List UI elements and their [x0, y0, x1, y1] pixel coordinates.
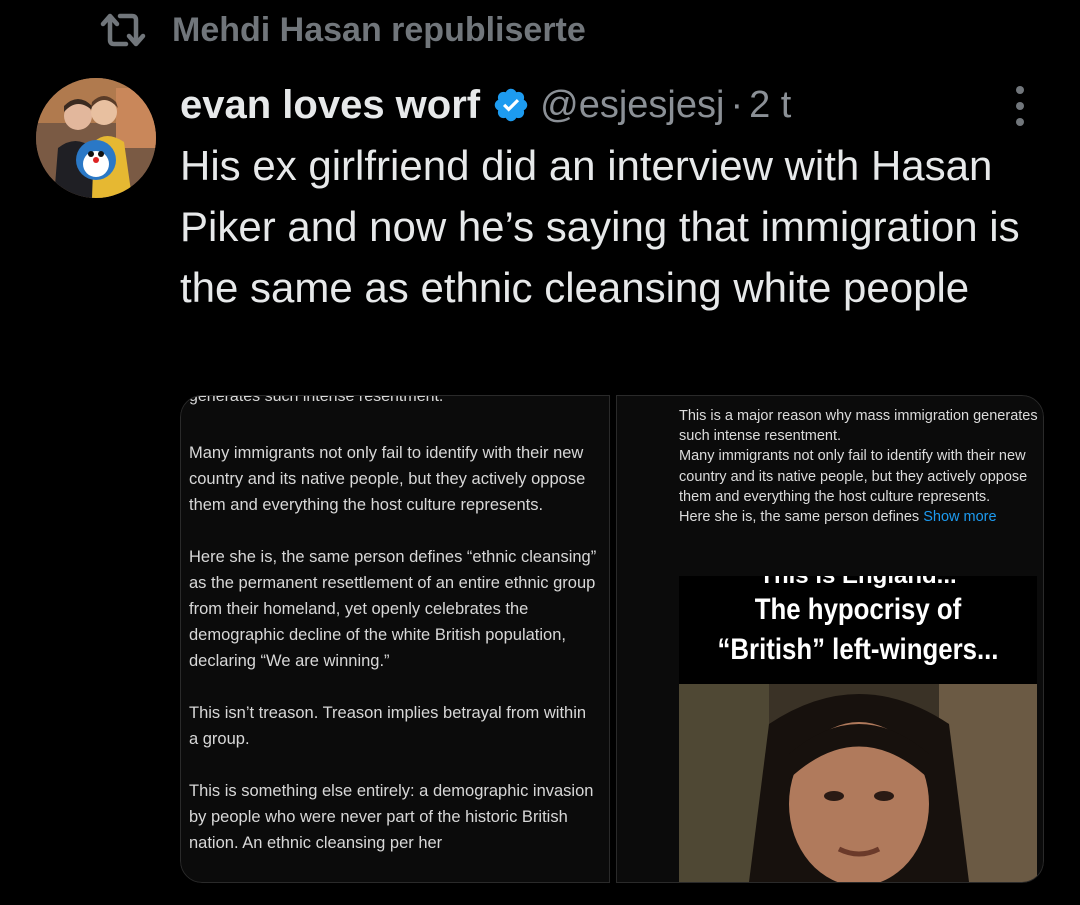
- video-thumbnail[interactable]: This is England... The hypocrisy of “Bri…: [679, 576, 1037, 882]
- more-dot: [1016, 102, 1024, 110]
- caption-line: Many immigrants not only fail to identif…: [679, 448, 1028, 505]
- more-dot: [1016, 118, 1024, 126]
- avatar-photo: [36, 78, 156, 198]
- tweet-page: Mehdi Hasan republiserte evan loves worf…: [0, 0, 1080, 905]
- tweet-media[interactable]: generates such intense resentment. Many …: [180, 395, 1044, 883]
- caption-line: Here she is, the same person defines Sho…: [679, 507, 1039, 527]
- separator-dot: ·: [730, 83, 744, 126]
- caption-text: Here she is, the same person defines: [679, 509, 920, 526]
- author-name[interactable]: evan loves worf: [180, 83, 480, 128]
- tweet-time[interactable]: 2 t: [749, 84, 791, 127]
- media-image-left[interactable]: generates such intense resentment. Many …: [180, 395, 610, 883]
- repost-label: Mehdi Hasan republiserte: [172, 10, 586, 49]
- video-frame: [679, 684, 1037, 882]
- more-dot: [1016, 86, 1024, 94]
- paragraph: Here she is, the same person defines “et…: [189, 548, 597, 670]
- person-photo: [679, 684, 1037, 882]
- tweet-header: evan loves worf @esjesjesj · 2 t: [180, 80, 791, 130]
- post-caption: This is a major reason why mass immigrat…: [679, 406, 1039, 527]
- paragraph: This is something else entirely: a demog…: [189, 782, 594, 852]
- video-title: The hypocrisy of “British” left-wingers.…: [717, 593, 999, 666]
- author-handle[interactable]: @esjesjesj: [540, 84, 724, 127]
- video-cut-line: This is England...: [679, 576, 1037, 590]
- paragraph: This isn’t treason. Treason implies betr…: [189, 704, 587, 748]
- image-text: Many immigrants not only fail to identif…: [189, 440, 599, 882]
- cut-line: generates such intense resentment.: [189, 395, 444, 405]
- more-options-icon[interactable]: [1008, 86, 1032, 126]
- media-image-right[interactable]: This is a major reason why mass immigrat…: [616, 395, 1044, 883]
- repost-icon: [100, 13, 146, 47]
- caption-line: This is a major reason why mass immigrat…: [679, 408, 1038, 445]
- tweet-text: His ex girlfriend did an interview with …: [180, 142, 1020, 311]
- show-more-link[interactable]: Show more: [923, 509, 996, 525]
- paragraph: Many immigrants not only fail to identif…: [189, 444, 586, 514]
- repost-header[interactable]: Mehdi Hasan republiserte: [100, 8, 586, 52]
- avatar[interactable]: [36, 78, 156, 198]
- verified-badge-icon[interactable]: [492, 86, 530, 124]
